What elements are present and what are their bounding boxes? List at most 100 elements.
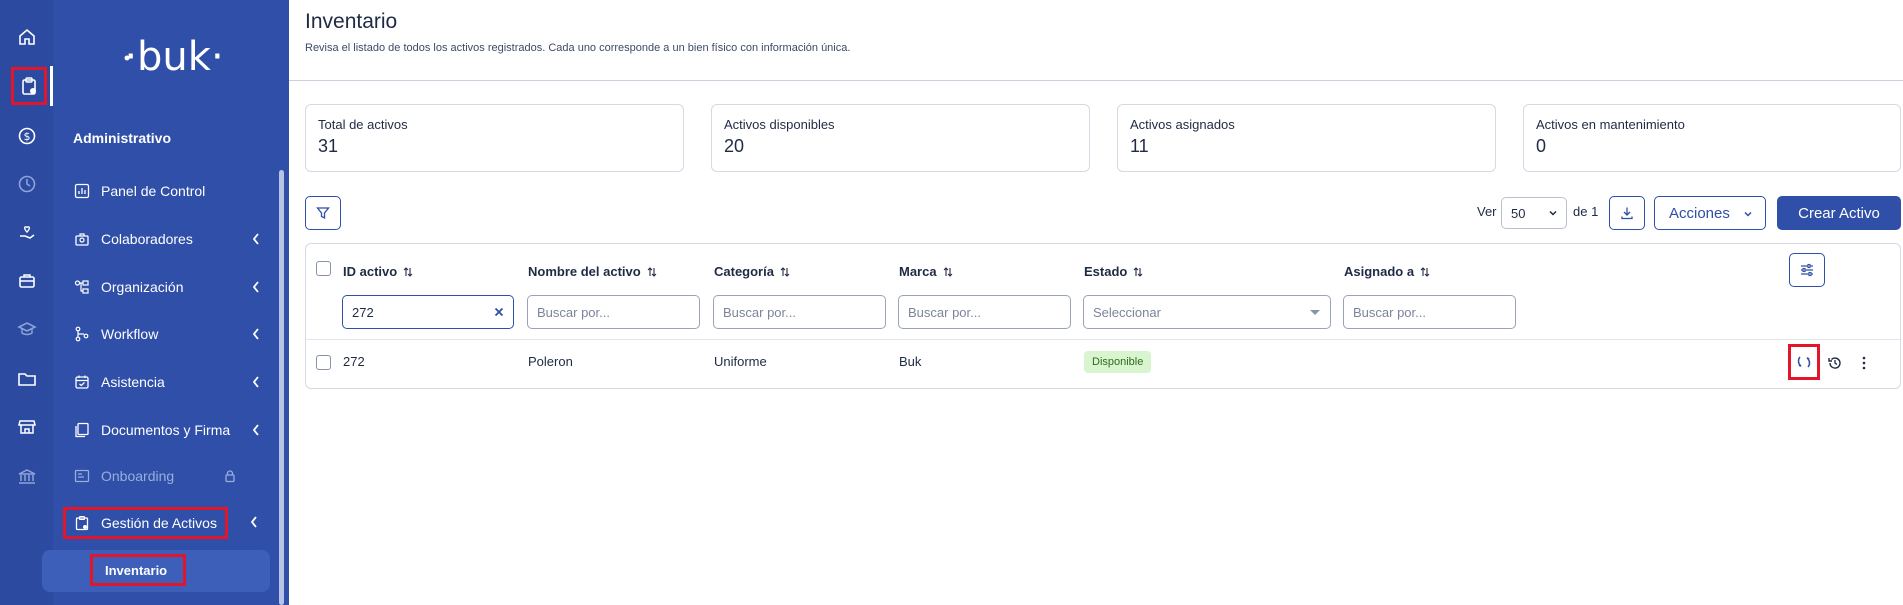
sidebar-item-label: Onboarding	[101, 468, 175, 484]
sidebar-item-onboarding[interactable]: Onboarding	[73, 461, 269, 491]
caret-down-icon	[1310, 310, 1320, 315]
sidebar-subitem-label: Inventario	[105, 562, 168, 578]
sidebar-subitem-inventario[interactable]: Inventario	[90, 554, 186, 586]
sidebar-item-panel-de-control[interactable]: Panel de Control	[73, 176, 269, 206]
col-header-label: Asignado a	[1344, 264, 1415, 279]
per-page-select[interactable]: 50	[1501, 197, 1567, 229]
calendar-icon	[73, 373, 91, 391]
sort-icon	[1133, 266, 1143, 277]
stat-card-asignados: Activos asignados 11	[1117, 104, 1496, 172]
download-button[interactable]	[1609, 196, 1645, 230]
col-header-label: ID activo	[343, 264, 398, 279]
col-header-marca[interactable]: Marca	[899, 264, 953, 279]
sidebar-item-gestion-de-activos[interactable]: Gestión de Activos	[63, 507, 228, 539]
columns-settings-button[interactable]	[1789, 253, 1825, 287]
sort-icon	[780, 266, 790, 277]
sidebar-item-organizacion[interactable]: Organización	[73, 272, 269, 302]
page-count-label: de 1	[1573, 204, 1599, 219]
marca-filter-input[interactable]: Buscar por...	[898, 295, 1071, 329]
org-icon	[73, 278, 91, 296]
bank-icon[interactable]	[12, 462, 42, 492]
documents-icon	[73, 421, 91, 439]
folder-icon[interactable]	[12, 364, 42, 394]
sidebar: ·buk· Administrativo Panel de Control Co…	[53, 0, 289, 605]
chevron-down-icon	[1744, 211, 1752, 217]
col-header-asignado[interactable]: Asignado a	[1344, 264, 1430, 279]
main-content: Inventario Revisa el listado de todos lo…	[289, 0, 1903, 605]
history-button[interactable]	[1826, 354, 1844, 372]
acciones-button[interactable]: Acciones	[1654, 196, 1766, 230]
filter-placeholder: Buscar por...	[908, 304, 981, 320]
workflow-icon	[73, 325, 91, 343]
clear-icon[interactable]	[493, 306, 505, 318]
header-divider	[289, 80, 1903, 81]
more-vertical-icon	[1862, 356, 1866, 370]
filter-placeholder: Buscar por...	[723, 304, 796, 320]
sidebar-item-workflow[interactable]: Workflow	[73, 319, 269, 349]
page-description: Revisa el listado de todos los activos r…	[305, 42, 851, 54]
onboarding-icon	[73, 467, 91, 485]
sort-icon	[647, 266, 657, 277]
estado-filter-select[interactable]: Seleccionar	[1083, 295, 1331, 329]
col-header-label: Nombre del activo	[528, 264, 641, 279]
assets-clipboard-icon[interactable]	[11, 67, 47, 105]
col-header-estado[interactable]: Estado	[1084, 264, 1143, 279]
sidebar-item-label: Panel de Control	[101, 183, 206, 199]
col-header-nombre[interactable]: Nombre del activo	[528, 264, 657, 279]
chevron-left-icon	[250, 516, 257, 528]
select-all-checkbox[interactable]	[316, 261, 331, 276]
graduation-icon[interactable]	[12, 314, 42, 344]
chart-icon	[73, 182, 91, 200]
stat-label: Activos disponibles	[724, 117, 835, 132]
id-filter-value: 272	[352, 304, 374, 320]
chevron-down-icon	[1549, 210, 1557, 216]
clock-icon[interactable]	[12, 169, 42, 199]
assets-icon	[73, 514, 91, 532]
sort-icon	[1420, 266, 1430, 277]
categoria-filter-input[interactable]: Buscar por...	[713, 295, 886, 329]
sidebar-item-asistencia[interactable]: Asistencia	[73, 367, 269, 397]
hand-heart-icon[interactable]	[12, 218, 42, 248]
people-icon	[73, 230, 91, 248]
briefcase-icon[interactable]	[12, 266, 42, 296]
sort-icon	[403, 266, 413, 277]
filter-button[interactable]	[305, 196, 341, 230]
crear-activo-button[interactable]: Crear Activo	[1777, 196, 1901, 230]
row-checkbox[interactable]	[316, 355, 331, 370]
reassign-button[interactable]	[1788, 344, 1820, 380]
more-options-button[interactable]	[1855, 354, 1873, 372]
cell-categoria: Uniforme	[714, 354, 767, 369]
col-header-label: Marca	[899, 264, 937, 279]
chevron-left-icon	[252, 376, 259, 388]
sidebar-item-label: Workflow	[101, 326, 159, 342]
sidebar-item-label: Documentos y Firma	[101, 422, 231, 438]
sidebar-item-colaboradores[interactable]: Colaboradores	[73, 224, 269, 254]
filter-placeholder: Buscar por...	[1353, 304, 1426, 320]
sidebar-item-documentos-y-firma[interactable]: Documentos y Firma	[73, 415, 269, 445]
sync-arrows-icon	[1797, 356, 1811, 368]
money-icon[interactable]: $	[12, 121, 42, 151]
per-page-value: 50	[1511, 205, 1526, 221]
cell-nombre: Poleron	[528, 354, 573, 369]
stat-value: 0	[1536, 136, 1547, 156]
col-header-categoria[interactable]: Categoría	[714, 264, 790, 279]
home-icon[interactable]	[12, 22, 42, 52]
nombre-filter-input[interactable]: Buscar por...	[527, 295, 700, 329]
buk-logo[interactable]: ·buk·	[119, 28, 229, 82]
icon-rail: $	[0, 0, 53, 605]
sidebar-scrollbar[interactable]	[279, 170, 284, 605]
store-icon[interactable]	[12, 412, 42, 442]
stat-value: 31	[318, 136, 339, 156]
col-header-label: Estado	[1084, 264, 1128, 279]
assets-table: ID activo Nombre del activo Categoría Ma…	[305, 243, 1901, 389]
status-badge: Disponible	[1084, 351, 1152, 373]
chevron-left-icon	[252, 328, 259, 340]
chevron-left-icon	[252, 281, 259, 293]
col-header-id[interactable]: ID activo	[343, 264, 413, 279]
sliders-icon	[1801, 263, 1813, 277]
stat-card-disponibles: Activos disponibles 20	[711, 104, 1090, 172]
acciones-label: Acciones	[1669, 204, 1730, 222]
asignado-filter-input[interactable]: Buscar por...	[1343, 295, 1516, 329]
id-filter-input[interactable]: 272	[342, 295, 514, 329]
stat-card-mantenimiento: Activos en mantenimiento 0	[1523, 104, 1901, 172]
